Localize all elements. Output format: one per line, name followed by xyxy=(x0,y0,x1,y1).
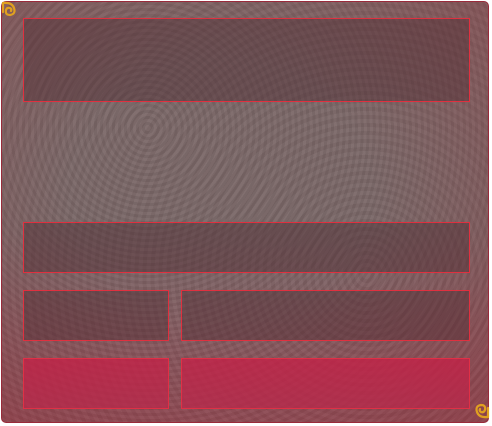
dialog-window xyxy=(1,1,489,423)
full-width-field[interactable] xyxy=(23,222,470,273)
header-panel xyxy=(23,18,470,102)
left-button[interactable] xyxy=(23,358,169,409)
swirl-ornament-icon xyxy=(469,398,491,420)
right-field[interactable] xyxy=(181,290,470,341)
left-field[interactable] xyxy=(23,290,169,341)
swirl-ornament-icon xyxy=(0,0,22,22)
right-button[interactable] xyxy=(181,358,470,409)
